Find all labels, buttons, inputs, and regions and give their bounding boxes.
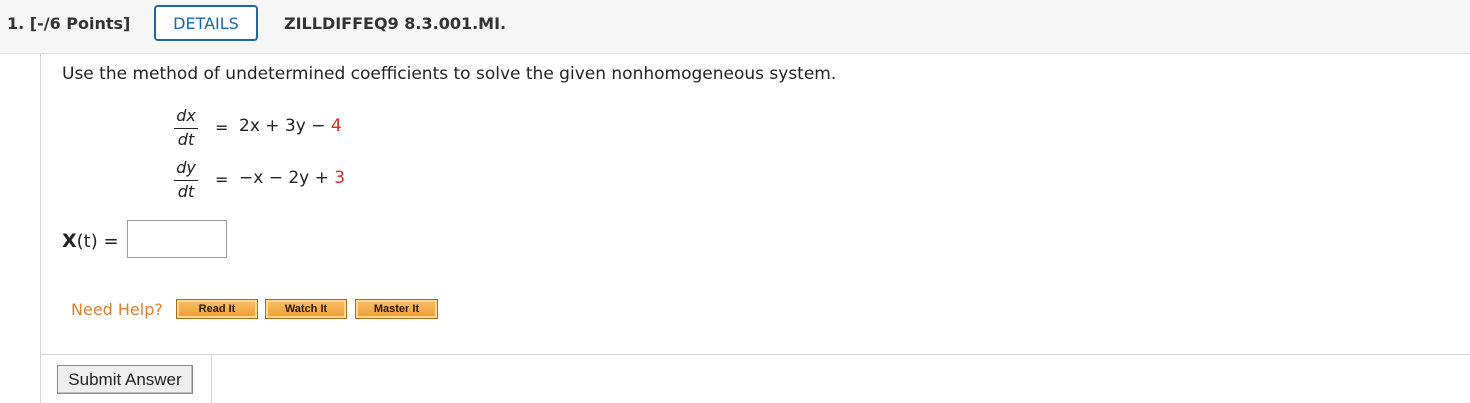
- fraction-bar: [174, 180, 198, 181]
- rhs-constant: 4: [330, 116, 342, 136]
- rhs-constant: 3: [334, 168, 346, 188]
- footer-divider: [211, 355, 212, 403]
- fraction-bar: [174, 128, 198, 129]
- equals-sign: =: [215, 170, 229, 189]
- answer-label-rest: (t) =: [76, 231, 119, 252]
- fraction-denominator: dt: [177, 182, 195, 201]
- instruction-text: Use the method of undetermined coefficie…: [62, 64, 837, 84]
- answer-label: X(t) =: [62, 230, 119, 252]
- question-points: 1. [-/6 Points]: [7, 14, 131, 33]
- answer-input[interactable]: [127, 220, 227, 258]
- rhs-terms: 2x + 3y −: [239, 116, 331, 136]
- problem-id: ZILLDIFFEQ9 8.3.001.MI.: [284, 14, 507, 33]
- equation-rhs: −x − 2y + 3: [239, 168, 345, 188]
- question-header: 1. [-/6 Points] DETAILS ZILLDIFFEQ9 8.3.…: [0, 0, 1470, 54]
- answer-label-vector: X: [62, 230, 77, 252]
- submit-answer-button[interactable]: Submit Answer: [57, 365, 193, 394]
- question-body: Use the method of undetermined coefficie…: [40, 54, 1470, 354]
- submit-footer: Submit Answer: [40, 354, 1470, 403]
- equals-sign: =: [215, 118, 229, 137]
- fraction-numerator: dy: [176, 158, 196, 177]
- master-it-button[interactable]: Master It: [355, 299, 438, 319]
- fraction-numerator: dx: [176, 106, 196, 125]
- rhs-terms: −x − 2y +: [239, 168, 335, 188]
- watch-it-button[interactable]: Watch It: [265, 299, 347, 319]
- equation-rhs: 2x + 3y − 4: [239, 116, 342, 136]
- need-help-label: Need Help?: [71, 300, 163, 319]
- details-button[interactable]: DETAILS: [154, 5, 258, 41]
- fraction-denominator: dt: [177, 130, 195, 149]
- read-it-button[interactable]: Read It: [176, 299, 258, 319]
